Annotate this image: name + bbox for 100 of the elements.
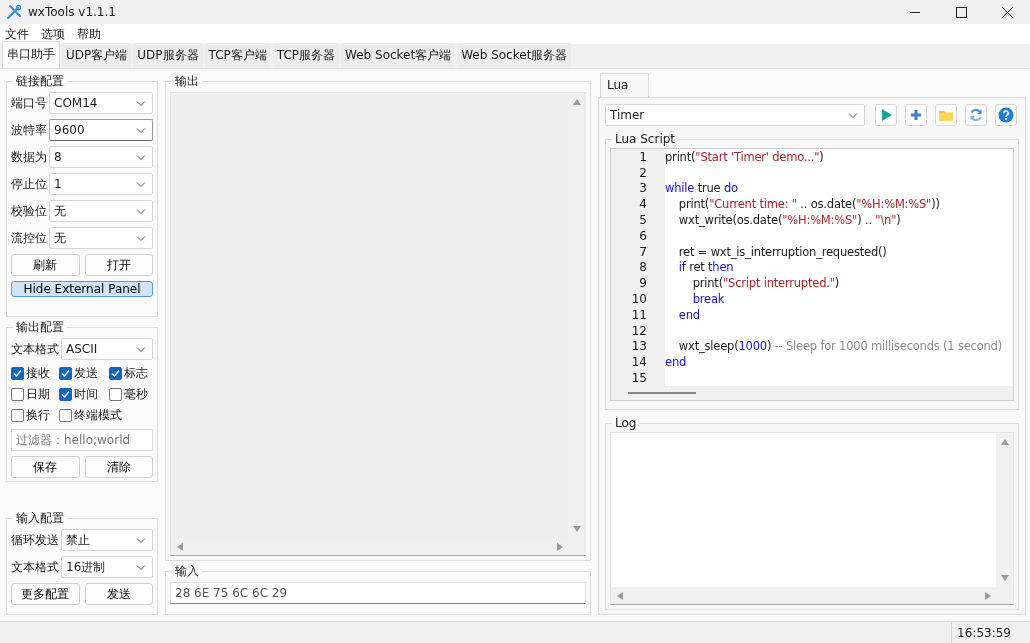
code-line: print("Start 'Timer' demo..."): [665, 149, 824, 164]
dropdown[interactable]: ASCII: [61, 338, 153, 360]
menu-item[interactable]: 文件: [5, 25, 29, 43]
line-number: 9: [611, 275, 665, 292]
dropdown[interactable]: 9600: [49, 119, 153, 141]
status-time: 16:53:59: [951, 622, 1030, 643]
help-icon: [998, 107, 1014, 123]
tab[interactable]: Web Socket服务器: [457, 43, 572, 68]
checkbox[interactable]: 终端模式: [59, 407, 122, 424]
dropdown[interactable]: 8: [49, 146, 153, 168]
dropdown[interactable]: 1: [49, 173, 153, 195]
group-title: 链接配置: [15, 73, 65, 90]
line-number: 4: [611, 196, 665, 213]
scroll-right-icon[interactable]: [557, 542, 563, 551]
line-number: 10: [611, 291, 665, 307]
tools-icon: [6, 4, 22, 20]
code-line: print("Current time: " .. os.date("%H:%M:%S")): [677, 197, 940, 212]
field-label: 循环发送: [11, 531, 59, 549]
chevron-down-icon: [136, 180, 146, 188]
group-title: 输出配置: [15, 319, 65, 336]
checkbox[interactable]: 时间: [59, 386, 98, 403]
input-field[interactable]: 28 6E 75 6C 6C 29: [170, 582, 586, 604]
chevron-down-icon: [136, 345, 146, 353]
close-icon: [1001, 6, 1013, 18]
tab[interactable]: UDP服务器: [133, 43, 203, 68]
chevron-down-icon: [136, 153, 146, 161]
button[interactable]: 发送: [84, 583, 153, 605]
code-line: end: [665, 355, 687, 370]
dropdown[interactable]: 禁止: [61, 529, 153, 551]
scroll-up-icon[interactable]: [1000, 439, 1009, 445]
group-title: 输入配置: [15, 510, 65, 527]
filter-field[interactable]: 过滤器：hello;world: [11, 429, 153, 451]
scroll-up-icon[interactable]: [572, 99, 581, 105]
group-title: Log: [614, 416, 638, 430]
refresh-button[interactable]: [965, 104, 987, 126]
line-number: 14: [611, 354, 665, 371]
field-label: 波特率: [11, 121, 47, 139]
button[interactable]: 打开: [84, 254, 153, 276]
refresh-icon: [968, 107, 984, 123]
line-number: 1: [611, 149, 665, 165]
dropdown[interactable]: COM14: [49, 92, 153, 114]
button[interactable]: 清除: [84, 456, 153, 478]
code-line: wxt_sleep(1000) -- Sleep for 1000 milliseconds (1 second): [677, 339, 1002, 354]
scroll-down-icon[interactable]: [572, 526, 581, 532]
checkbox[interactable]: 毫秒: [109, 386, 148, 403]
button[interactable]: 更多配置: [11, 583, 80, 605]
chevron-down-icon: [136, 536, 146, 544]
code-line: while true do: [665, 181, 738, 196]
dropdown[interactable]: Timer: [605, 104, 865, 126]
field-label: 流控位: [11, 229, 47, 247]
line-number: 15: [611, 370, 665, 386]
add-button[interactable]: [905, 104, 927, 126]
maximize-icon: [955, 6, 967, 18]
tab[interactable]: TCP服务器: [272, 43, 340, 68]
checkbox[interactable]: 发送: [59, 365, 98, 382]
check-icon: [12, 368, 23, 379]
run-button[interactable]: [875, 104, 897, 126]
scroll-down-icon[interactable]: [1000, 575, 1009, 581]
code-line: ret = wxt_is_interruption_requested(): [677, 244, 887, 259]
field-label: 文本格式: [11, 558, 59, 576]
dropdown[interactable]: 无: [49, 200, 153, 222]
window-title: wxTools v1.1.1: [28, 5, 116, 19]
tab[interactable]: Lua: [600, 73, 650, 97]
chevron-down-icon: [136, 563, 146, 571]
scroll-right-icon[interactable]: [985, 591, 991, 600]
code-line: if ret then: [677, 260, 734, 275]
dropdown[interactable]: 无: [49, 227, 153, 249]
check-icon: [60, 389, 71, 400]
group-title: Lua Script: [614, 132, 677, 146]
checkbox[interactable]: 标志: [109, 365, 148, 382]
code-line: wxt_write(os.date("%H:%M:%S") .. "\n"): [677, 213, 901, 228]
field-label: 停止位: [11, 175, 47, 193]
check-icon: [60, 368, 71, 379]
dropdown[interactable]: 16进制: [61, 556, 153, 578]
chevron-down-icon: [136, 99, 146, 107]
tab[interactable]: Web Socket客户端: [341, 43, 456, 68]
button[interactable]: 刷新: [11, 254, 80, 276]
hide-panel-button[interactable]: Hide External Panel: [11, 281, 153, 297]
scrollbar-thumb[interactable]: [628, 391, 696, 394]
help-button[interactable]: [995, 104, 1017, 126]
menu-item[interactable]: 选项: [41, 25, 65, 43]
checkbox[interactable]: 日期: [11, 386, 50, 403]
tab[interactable]: UDP客户端: [62, 43, 132, 68]
button[interactable]: 保存: [11, 456, 80, 478]
field-label: 文本格式: [11, 340, 59, 358]
field-label: 端口号: [11, 94, 47, 112]
check-icon: [110, 368, 121, 379]
tab[interactable]: TCP客户端: [204, 43, 271, 68]
menu-item[interactable]: 帮助: [77, 25, 101, 43]
checkbox[interactable]: 接收: [11, 365, 50, 382]
scroll-left-icon[interactable]: [177, 542, 183, 551]
scroll-left-icon[interactable]: [617, 591, 623, 600]
chevron-down-icon: [848, 111, 858, 119]
line-number: 5: [611, 212, 665, 228]
chevron-down-icon: [136, 126, 146, 134]
checkbox[interactable]: 换行: [11, 407, 50, 424]
tab[interactable]: 串口助手: [2, 41, 60, 68]
chevron-down-icon: [136, 234, 146, 242]
group-title: 输入: [174, 563, 200, 580]
open-button[interactable]: [935, 104, 957, 126]
